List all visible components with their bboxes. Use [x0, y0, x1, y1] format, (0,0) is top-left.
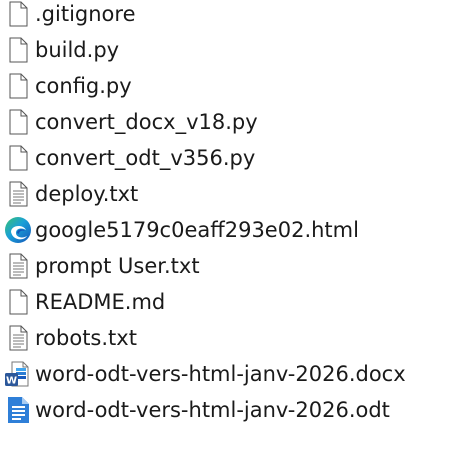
file-name: google5179c0eaff293e02.html: [35, 218, 359, 242]
file-name: convert_odt_v356.py: [35, 146, 256, 170]
file-name: robots.txt: [35, 326, 137, 350]
file-name: config.py: [35, 74, 132, 98]
file-name: build.py: [35, 38, 120, 62]
blank-file-icon: [3, 0, 33, 29]
blank-file-icon: [3, 71, 33, 101]
file-row-deploy-txt[interactable]: deploy.txt: [0, 176, 459, 212]
file-name: word-odt-vers-html-janv-2026.odt: [35, 398, 390, 422]
file-row-robots-txt[interactable]: robots.txt: [0, 320, 459, 356]
file-row-word-docx[interactable]: W word-odt-vers-html-janv-2026.docx: [0, 356, 459, 392]
blank-file-icon: [3, 143, 33, 173]
text-file-icon: [3, 179, 33, 209]
file-row-convert-docx[interactable]: convert_docx_v18.py: [0, 104, 459, 140]
svg-text:W: W: [6, 376, 17, 387]
blank-file-icon: [3, 35, 33, 65]
file-row-readme[interactable]: README.md: [0, 284, 459, 320]
file-row-gitignore[interactable]: .gitignore: [0, 0, 459, 32]
odt-document-icon: [3, 395, 33, 425]
text-file-icon: [3, 251, 33, 281]
edge-html-icon: [3, 215, 33, 245]
text-file-icon: [3, 323, 33, 353]
blank-file-icon: [3, 287, 33, 317]
file-row-build-py[interactable]: build.py: [0, 32, 459, 68]
file-row-google-html[interactable]: google5179c0eaff293e02.html: [0, 212, 459, 248]
blank-file-icon: [3, 107, 33, 137]
word-document-icon: W: [3, 359, 33, 389]
file-name: word-odt-vers-html-janv-2026.docx: [35, 362, 406, 386]
file-name: .gitignore: [35, 2, 136, 26]
file-row-convert-odt[interactable]: convert_odt_v356.py: [0, 140, 459, 176]
file-list: .gitignore build.py config.py convert_do…: [0, 0, 459, 428]
file-name: deploy.txt: [35, 182, 139, 206]
file-row-config-py[interactable]: config.py: [0, 68, 459, 104]
file-name: README.md: [35, 290, 166, 314]
file-row-word-odt[interactable]: word-odt-vers-html-janv-2026.odt: [0, 392, 459, 428]
file-row-prompt-txt[interactable]: prompt User.txt: [0, 248, 459, 284]
file-name: prompt User.txt: [35, 254, 200, 278]
file-name: convert_docx_v18.py: [35, 110, 258, 134]
